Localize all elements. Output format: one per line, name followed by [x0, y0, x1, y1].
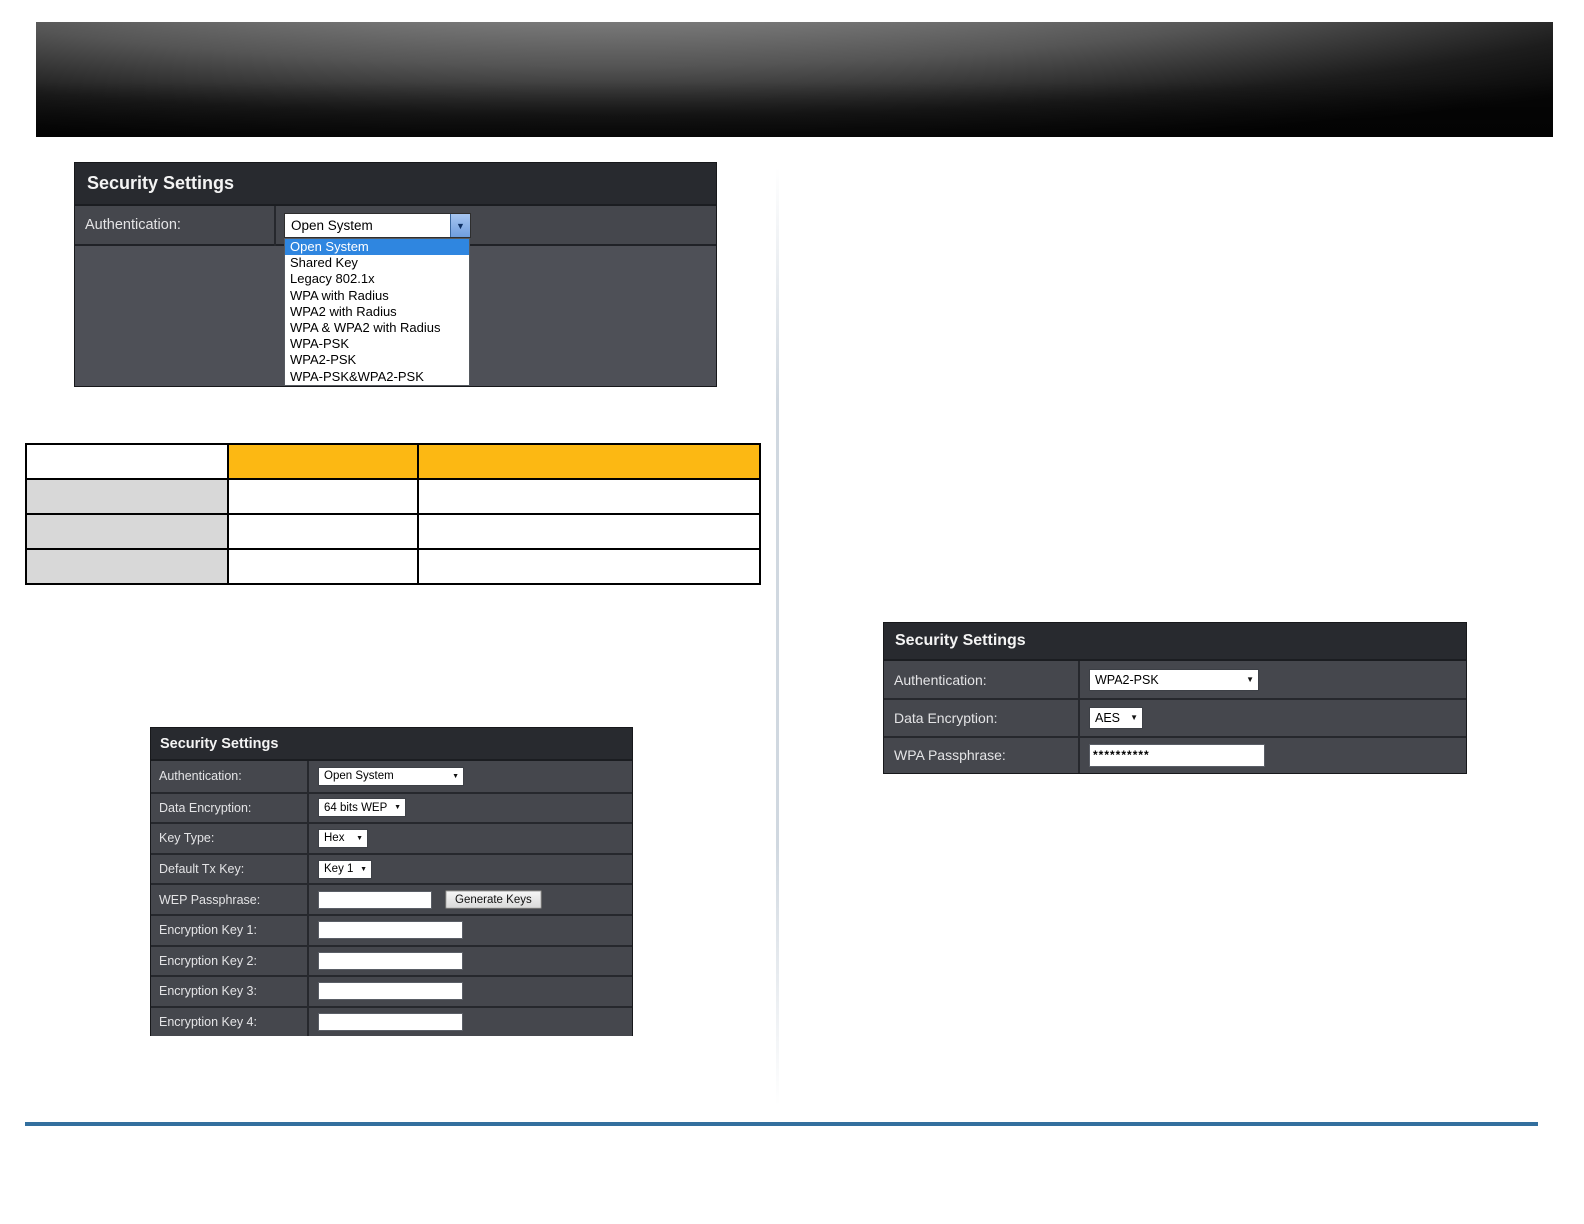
- data-encryption-select-value: AES: [1095, 710, 1121, 725]
- table-cell: [417, 548, 761, 585]
- dropdown-option-legacy-8021x[interactable]: Legacy 802.1x: [285, 271, 469, 287]
- authentication-select[interactable]: Open System ▼: [284, 213, 471, 238]
- encryption-key-1-label: Encryption Key 1:: [151, 915, 309, 945]
- wpa-passphrase-row: WPA Passphrase:: [884, 735, 1466, 773]
- table-cell: [417, 478, 761, 515]
- wep-passphrase-row: WEP Passphrase: Generate Keys: [151, 883, 632, 914]
- chevron-down-icon: ▼: [394, 804, 401, 812]
- table-header-cell-blank: [25, 443, 229, 480]
- dropdown-option-open-system[interactable]: Open System: [285, 239, 469, 256]
- wpa-passphrase-label: WPA Passphrase:: [884, 737, 1080, 773]
- default-tx-key-select[interactable]: Key 1 ▼: [318, 859, 372, 879]
- page: Security Settings Authentication: Open S…: [0, 0, 1584, 1224]
- dropdown-option-wpa2-psk[interactable]: WPA2-PSK: [285, 352, 469, 368]
- authentication-select[interactable]: Open System ▼: [318, 766, 464, 786]
- table-cell: [227, 513, 419, 550]
- table-cell: [227, 478, 419, 515]
- table-row: [25, 478, 761, 515]
- authentication-dropdown-list: Open System Shared Key Legacy 802.1x WPA…: [284, 238, 470, 386]
- table-side-cell: [25, 513, 229, 550]
- authentication-select-value: Open System: [324, 770, 394, 783]
- panel-title: Security Settings: [151, 728, 632, 761]
- data-encryption-select-value: 64 bits WEP: [324, 801, 388, 814]
- default-tx-key-select-value: Key 1: [324, 863, 354, 876]
- authentication-select-value: WPA2-PSK: [1095, 672, 1159, 687]
- authentication-row: Authentication: Open System ▼: [151, 761, 632, 792]
- data-encryption-label: Data Encryption:: [884, 700, 1080, 736]
- page-column-divider: [776, 168, 779, 1106]
- encryption-key-1-row: Encryption Key 1:: [151, 913, 632, 945]
- chevron-down-icon: ▼: [356, 834, 363, 842]
- panel-title: Security Settings: [884, 623, 1466, 661]
- encryption-key-3-label: Encryption Key 3:: [151, 977, 309, 1006]
- authentication-label: Authentication:: [884, 661, 1080, 699]
- chevron-down-icon: ▼: [1130, 713, 1138, 723]
- security-settings-panel-dropdown-open: Security Settings Authentication: Open S…: [74, 162, 717, 387]
- encryption-key-4-input[interactable]: [318, 1013, 463, 1032]
- data-encryption-select[interactable]: AES ▼: [1089, 706, 1143, 729]
- dropdown-option-wpa-psk[interactable]: WPA-PSK: [285, 336, 469, 352]
- encryption-key-3-input[interactable]: [318, 982, 463, 1001]
- table-cell: [227, 548, 419, 585]
- table-cell: [417, 513, 761, 550]
- authentication-label: Authentication:: [85, 217, 181, 233]
- data-encryption-select[interactable]: 64 bits WEP ▼: [318, 798, 406, 818]
- dropdown-option-shared-key[interactable]: Shared Key: [285, 255, 469, 271]
- chevron-down-icon: ▼: [1246, 675, 1254, 685]
- dropdown-option-wpa-radius[interactable]: WPA with Radius: [285, 288, 469, 304]
- default-tx-key-row: Default Tx Key: Key 1 ▼: [151, 852, 632, 884]
- table-header-cell: [227, 443, 419, 480]
- encryption-key-2-row: Encryption Key 2:: [151, 944, 632, 976]
- dropdown-option-wpa2-radius[interactable]: WPA2 with Radius: [285, 304, 469, 320]
- table-row: [25, 513, 761, 550]
- key-type-select-value: Hex: [324, 832, 345, 845]
- authentication-select-value: Open System: [291, 218, 373, 233]
- encryption-key-4-row: Encryption Key 4:: [151, 1005, 632, 1037]
- dropdown-option-wpa-wpa2-radius[interactable]: WPA & WPA2 with Radius: [285, 320, 469, 336]
- dropdown-option-wpa-psk-wpa2-psk[interactable]: WPA-PSK&WPA2-PSK: [285, 369, 469, 385]
- key-type-row: Key Type: Hex ▼: [151, 822, 632, 853]
- encryption-key-1-input[interactable]: [318, 921, 463, 940]
- encryption-key-2-label: Encryption Key 2:: [151, 946, 309, 976]
- data-encryption-label: Data Encryption:: [151, 793, 309, 823]
- authentication-select[interactable]: WPA2-PSK ▼: [1089, 668, 1259, 691]
- data-encryption-row: Data Encryption: 64 bits WEP ▼: [151, 791, 632, 823]
- chevron-down-icon[interactable]: ▼: [450, 214, 470, 237]
- header-banner-image: [36, 22, 1553, 137]
- wep-passphrase-input[interactable]: [318, 890, 432, 909]
- table-header-cell: [417, 443, 761, 480]
- chevron-down-icon: ▼: [360, 865, 367, 873]
- authentication-row: Authentication: WPA2-PSK ▼: [884, 661, 1466, 699]
- data-encryption-row: Data Encryption: AES ▼: [884, 698, 1466, 736]
- encryption-key-3-row: Encryption Key 3:: [151, 975, 632, 1006]
- wep-passphrase-label: WEP Passphrase:: [151, 885, 309, 914]
- comparison-table: [25, 443, 761, 585]
- table-side-cell: [25, 478, 229, 515]
- panel-title: Security Settings: [75, 163, 716, 206]
- footer-rule: [25, 1122, 1538, 1126]
- table-header-row: [25, 443, 761, 480]
- wpa-passphrase-input[interactable]: [1089, 743, 1265, 767]
- security-settings-panel-wpa2: Security Settings Authentication: WPA2-P…: [883, 622, 1467, 774]
- key-type-select[interactable]: Hex ▼: [318, 828, 368, 848]
- authentication-label: Authentication:: [151, 761, 309, 792]
- table-row: [25, 548, 761, 585]
- column-divider-line: [274, 206, 276, 246]
- encryption-key-2-input[interactable]: [318, 951, 463, 970]
- encryption-key-4-label: Encryption Key 4:: [151, 1007, 309, 1037]
- chevron-down-icon: ▼: [452, 772, 459, 780]
- security-settings-panel-wep: Security Settings Authentication: Open S…: [150, 727, 633, 1037]
- key-type-label: Key Type:: [151, 824, 309, 853]
- table-side-cell: [25, 548, 229, 585]
- default-tx-key-label: Default Tx Key:: [151, 854, 309, 884]
- generate-keys-button[interactable]: Generate Keys: [445, 890, 542, 910]
